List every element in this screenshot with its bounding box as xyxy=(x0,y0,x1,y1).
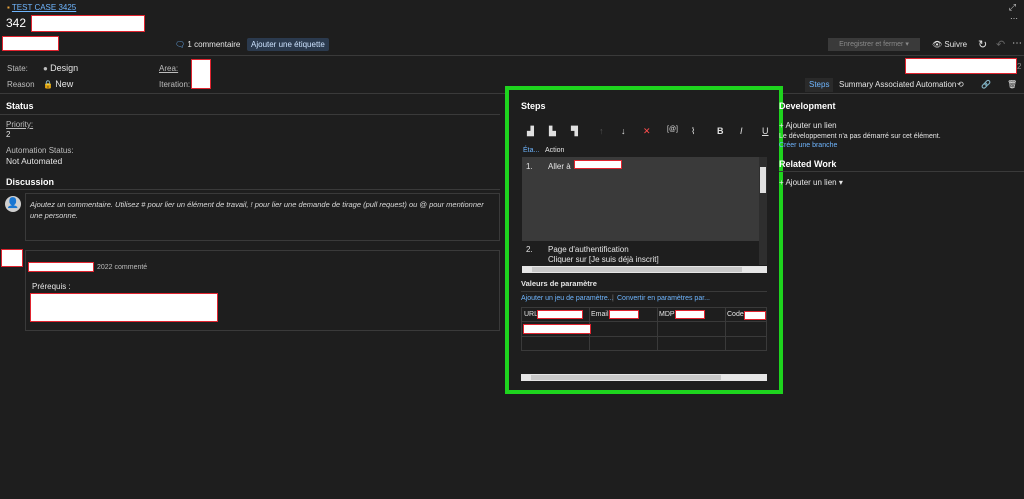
redacted-assignee xyxy=(2,36,59,51)
param-col-mdp[interactable]: MDP xyxy=(659,311,675,318)
create-shared-steps-icon[interactable]: ▜ xyxy=(571,126,578,137)
add-param-set-link[interactable]: Ajouter un jeu de paramètre... xyxy=(521,295,614,302)
steps-title: Steps xyxy=(521,101,546,111)
related-add-link[interactable]: + Ajouter un lien ▾ xyxy=(779,178,843,187)
parameter-icon[interactable]: [@] xyxy=(667,126,678,133)
attachment-icon[interactable]: ⌇ xyxy=(691,126,695,137)
bold-icon[interactable]: B xyxy=(717,126,724,136)
breadcrumb[interactable]: ▪ TEST CASE 3425 xyxy=(7,3,76,12)
status-title: Status xyxy=(6,101,34,111)
redacted-param xyxy=(675,310,705,319)
step-action-line2: Cliquer sur [Je suis déjà inscrit] xyxy=(548,255,659,264)
plus-icon: + xyxy=(779,121,784,130)
params-scrollbar[interactable] xyxy=(521,374,767,381)
test-case-icon: ▪ xyxy=(7,3,10,12)
step-number: 1. xyxy=(526,162,533,171)
horizontal-scrollbar[interactable] xyxy=(522,266,767,273)
chevron-down-icon: ▾ xyxy=(905,41,909,48)
priority-value[interactable]: 2 xyxy=(6,130,10,139)
delete-icon[interactable]: 🗑 xyxy=(1003,78,1021,92)
param-col-url[interactable]: URL xyxy=(524,311,538,318)
redacted-param xyxy=(537,310,583,319)
tab-associated-automation[interactable]: Associated Automation xyxy=(871,78,960,92)
related-work-title: Related Work xyxy=(779,159,837,169)
comment-meta: 2022 commenté xyxy=(97,264,148,271)
link-separator: | xyxy=(612,295,614,302)
breadcrumb-link[interactable]: TEST CASE 3425 xyxy=(12,3,76,12)
link-icon[interactable]: 🔗 xyxy=(977,78,995,92)
undo-icon[interactable]: ↶ xyxy=(996,38,1005,51)
param-col-code[interactable]: Code xyxy=(727,311,744,318)
chevron-down-icon: ▾ xyxy=(838,178,843,187)
state-dot-icon: ● xyxy=(43,64,48,73)
dev-add-link[interactable]: + Ajouter un lien xyxy=(779,121,837,130)
work-item-id: 342 xyxy=(6,16,27,30)
expand-icon[interactable]: ⤢ xyxy=(1009,2,1016,13)
refresh-icon[interactable]: ↻ xyxy=(978,38,987,51)
avatar-icon: 👤 xyxy=(5,196,21,212)
plus-icon: + xyxy=(779,178,784,187)
save-close-button[interactable]: Enregistrer et fermer ▾ xyxy=(828,38,920,51)
reason-field[interactable]: 🔒 New xyxy=(43,79,73,89)
redacted-param-value xyxy=(523,324,591,334)
tab-bar: Steps Summary Associated Automation ⟲ 🔗 … xyxy=(805,78,1024,92)
redacted-user xyxy=(905,58,1017,74)
convert-params-link[interactable]: Convertir en paramètres par... xyxy=(617,295,710,302)
insert-shared-steps-icon[interactable]: ▙ xyxy=(549,126,556,137)
lock-icon: 🔒 xyxy=(43,80,53,89)
step-action: Page d'authentification xyxy=(548,245,629,254)
col-action-header[interactable]: Action xyxy=(545,147,564,154)
redacted-title xyxy=(31,15,145,32)
more-icon[interactable]: ⋯ xyxy=(1010,14,1018,23)
params-title: Valeurs de paramètre xyxy=(521,279,597,288)
delete-step-icon[interactable]: ✕ xyxy=(643,126,651,137)
state-field[interactable]: ● Design xyxy=(43,63,78,73)
comment-body: Prérequis : xyxy=(32,282,71,291)
param-col-email[interactable]: Email xyxy=(591,311,609,318)
redacted-commenter xyxy=(28,262,94,272)
step-row[interactable]: 2. Page d'authentification Cliquer sur [… xyxy=(522,241,759,265)
eye-icon: 👁 xyxy=(932,40,943,49)
follow-button[interactable]: 👁 Suivre xyxy=(932,40,967,49)
redacted-avatar xyxy=(1,249,23,267)
redacted-comment xyxy=(30,293,218,322)
automation-label: Automation Status: xyxy=(6,146,74,155)
history-icon[interactable]: ⟲ xyxy=(953,78,968,92)
header-suffix: 2 xyxy=(1017,62,1022,71)
comment-icon: 🗨 xyxy=(175,40,186,49)
reason-label: Reason xyxy=(7,80,35,89)
redacted-url xyxy=(574,160,622,169)
step-action: Aller à xyxy=(548,162,571,171)
create-branch-link[interactable]: Créer une branche xyxy=(779,142,837,149)
col-state-header[interactable]: Éta... xyxy=(523,147,539,154)
actions-icon[interactable]: ⋯ xyxy=(1012,38,1022,49)
dev-info: Le développement n'a pas démarré sur cet… xyxy=(779,133,941,140)
redacted-param xyxy=(609,310,639,319)
redacted-area xyxy=(191,59,211,89)
step-number: 2. xyxy=(526,245,533,254)
underline-icon[interactable]: U xyxy=(762,126,769,136)
comments-link[interactable]: 🗨 1 commentaire xyxy=(175,40,240,49)
add-tag-button[interactable]: Ajouter une étiquette xyxy=(247,38,329,51)
state-label: State: xyxy=(7,64,28,73)
step-row[interactable]: 1. Aller à xyxy=(522,157,759,241)
development-title: Development xyxy=(779,101,836,111)
area-label: Area: xyxy=(159,64,179,73)
steps-panel: Steps ▟ ▙ ▜ ↑ ↓ ✕ [@] ⌇ B I U Éta... Act… xyxy=(505,86,783,394)
vertical-scrollbar[interactable] xyxy=(759,157,767,265)
automation-value[interactable]: Not Automated xyxy=(6,156,62,166)
comment-input[interactable]: Ajoutez un commentaire. Utilisez # pour … xyxy=(25,193,500,241)
discussion-title: Discussion xyxy=(6,177,55,187)
insert-step-icon[interactable]: ▟ xyxy=(527,126,534,137)
tab-steps[interactable]: Steps xyxy=(805,78,834,92)
iteration-label: Iteration: xyxy=(159,80,191,89)
redacted-param xyxy=(744,311,766,320)
priority-label: Priority: xyxy=(6,120,34,129)
italic-icon[interactable]: I xyxy=(740,126,743,136)
move-down-icon[interactable]: ↓ xyxy=(621,126,626,136)
move-up-icon[interactable]: ↑ xyxy=(599,126,604,136)
